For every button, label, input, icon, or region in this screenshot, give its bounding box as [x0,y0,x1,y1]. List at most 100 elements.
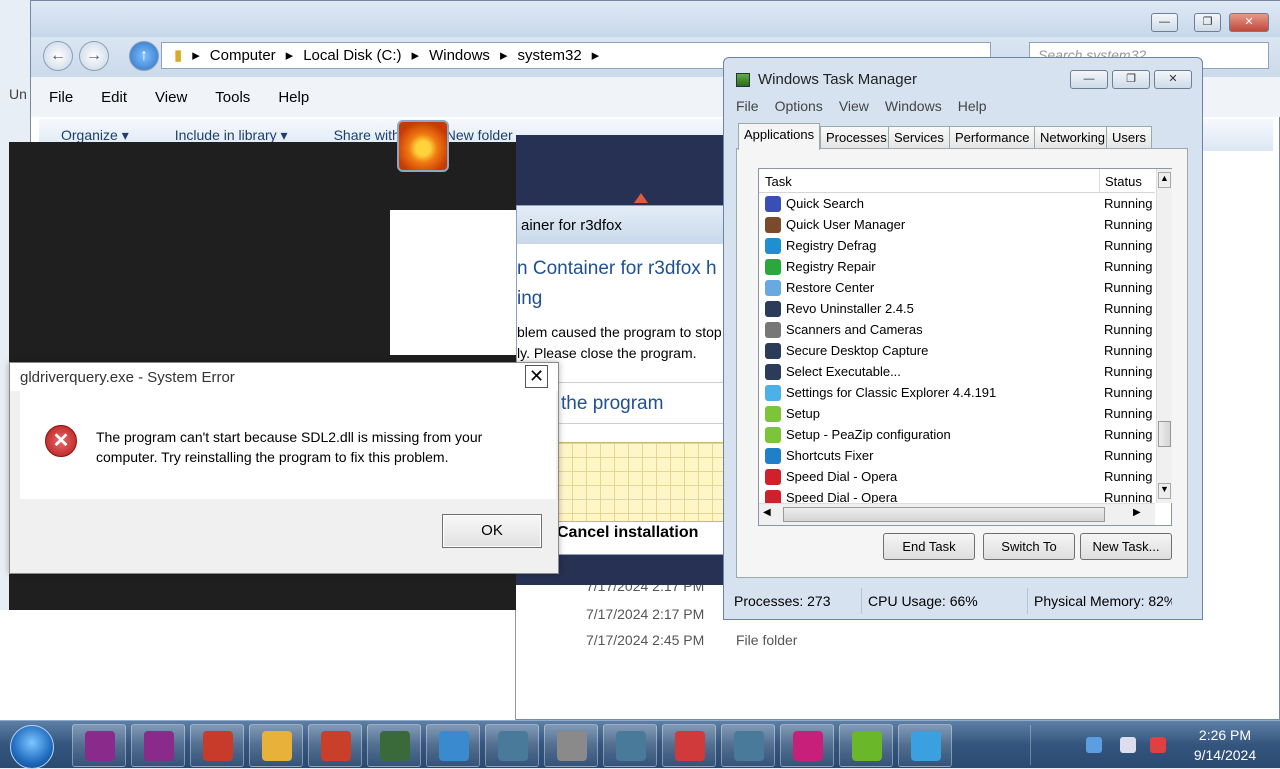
taskbar-app-button[interactable] [544,724,598,767]
close-icon[interactable]: ✕ [525,365,548,388]
tm-menu-help[interactable]: Help [958,98,987,114]
app-icon [144,731,174,761]
taskbar-app-button[interactable] [367,724,421,767]
vertical-scrollbar[interactable]: ▲ ▼ [1156,169,1172,503]
breadcrumb-system32[interactable]: system32 [517,47,581,64]
cancel-installation-button[interactable]: Cancel installation [557,524,725,542]
task-status: Running [1104,343,1153,358]
task-row[interactable]: Registry Repair Running [759,256,1155,277]
file-row-date[interactable]: 7/17/2024 2:45 PM [586,632,704,648]
close-button[interactable]: ✕ [1229,13,1269,32]
menu-tools[interactable]: Tools [215,89,250,106]
tm-menu-windows[interactable]: Windows [885,98,942,114]
network-tray-icon[interactable] [1086,737,1102,753]
task-row[interactable]: Restore Center Running [759,277,1155,298]
task-row[interactable]: Settings for Classic Explorer 4.4.191 Run… [759,382,1155,403]
cpu-usage: CPU Usage: 66% [862,588,1028,614]
task-row[interactable]: Quick User Manager Running [759,214,1155,235]
maximize-button[interactable]: ❐ [1112,70,1150,89]
tm-menu-view[interactable]: View [839,98,869,114]
volume-muted-icon[interactable] [1150,737,1166,753]
tab-applications[interactable]: Applications [738,123,821,150]
task-row[interactable]: Quick Search Running [759,193,1155,214]
forward-button[interactable]: → [79,41,109,71]
status-bar: Processes: 273 CPU Usage: 66% Physical M… [728,588,1198,614]
tab-performance[interactable]: Performance [949,126,1036,149]
taskbar-app-button[interactable] [603,724,657,767]
menu-help[interactable]: Help [278,89,309,106]
scroll-up-arrow-icon[interactable]: ▲ [1158,172,1171,188]
task-row[interactable]: Select Executable... Running [759,361,1155,382]
breadcrumb-local-disk[interactable]: Local Disk (C:) [303,47,401,64]
task-row[interactable]: Scanners and Cameras Running [759,319,1155,340]
task-row[interactable]: Speed Dial - Opera Running [759,487,1155,503]
up-button[interactable]: ↑ [129,41,159,71]
task-row[interactable]: Registry Defrag Running [759,235,1155,256]
taskbar-app-button[interactable] [780,724,834,767]
taskbar-app-button[interactable] [662,724,716,767]
app-icon [765,469,781,485]
close-button[interactable]: ✕ [1154,70,1192,89]
taskbar-app-button[interactable] [72,724,126,767]
tab-users[interactable]: Users [1106,126,1152,149]
share-with-button[interactable]: Share with [334,127,400,143]
task-row[interactable]: Shortcuts Fixer Running [759,445,1155,466]
tab-services[interactable]: Services [888,126,950,149]
tab-networking[interactable]: Networking [1034,126,1112,149]
tab-processes[interactable]: Processes [820,126,893,149]
taskbar-app-button[interactable] [839,724,893,767]
explorer-titlebar[interactable]: — ❐ ✕ [31,1,1280,37]
task-status: Running [1104,469,1153,484]
file-row-date[interactable]: 7/17/2024 2:17 PM [586,606,704,622]
maximize-button[interactable]: ❐ [1194,13,1221,32]
task-row[interactable]: Revo Uninstaller 2.4.5 Running [759,298,1155,319]
scroll-left-arrow-icon[interactable]: ◀ [763,507,771,518]
app-icon [765,427,781,443]
ok-button[interactable]: OK [442,514,542,548]
taskbar-app-button[interactable] [308,724,362,767]
tm-menu-options[interactable]: Options [775,98,823,114]
switch-to-button[interactable]: Switch To [983,533,1075,560]
task-row[interactable]: Setup Running [759,403,1155,424]
taskbar-app-button[interactable] [249,724,303,767]
system-clock[interactable]: 2:26 PM 9/14/2024 [1180,725,1270,765]
scroll-down-arrow-icon[interactable]: ▼ [1158,483,1171,499]
app-icon [852,731,882,761]
minimize-button[interactable]: — [1070,70,1108,89]
tm-menu-file[interactable]: File [736,98,759,114]
hscroll-thumb[interactable] [783,507,1105,522]
task-name: Registry Repair [786,259,876,274]
taskbar-app-button[interactable] [485,724,539,767]
taskbar-app-button[interactable] [721,724,775,767]
show-hidden-icons-icon[interactable] [1030,725,1044,765]
menu-edit[interactable]: Edit [101,89,127,106]
column-task[interactable]: Task [765,174,792,189]
breadcrumb-windows[interactable]: Windows [429,47,490,64]
column-status[interactable]: Status [1099,169,1155,193]
back-button[interactable]: ← [43,41,73,71]
task-status: Running [1104,259,1153,274]
start-button[interactable] [10,725,54,769]
task-status: Running [1104,385,1153,400]
breadcrumb-computer[interactable]: Computer [210,47,276,64]
taskbar-app-button[interactable] [898,724,952,767]
taskbar-app-button[interactable] [426,724,480,767]
task-row[interactable]: Secure Desktop Capture Running [759,340,1155,361]
task-name: Revo Uninstaller 2.4.5 [786,301,914,316]
menu-view[interactable]: View [155,89,187,106]
horizontal-scrollbar[interactable]: ◀ ▶ [759,503,1155,525]
app-icon [439,731,469,761]
task-row[interactable]: Speed Dial - Opera Running [759,466,1155,487]
installer-graphic [557,442,725,522]
minimize-button[interactable]: — [1151,13,1178,32]
scroll-right-arrow-icon[interactable]: ▶ [1133,507,1141,518]
taskbar-app-button[interactable] [131,724,185,767]
new-task-button[interactable]: New Task... [1080,533,1172,560]
menu-file[interactable]: File [49,89,73,106]
connection-tray-icon[interactable] [1120,737,1136,753]
end-task-button[interactable]: End Task [883,533,975,560]
taskbar-app-button[interactable] [190,724,244,767]
scroll-thumb[interactable] [1158,421,1171,447]
task-row[interactable]: Setup - PeaZip configuration Running [759,424,1155,445]
new-folder-button[interactable]: New folder [446,127,513,143]
